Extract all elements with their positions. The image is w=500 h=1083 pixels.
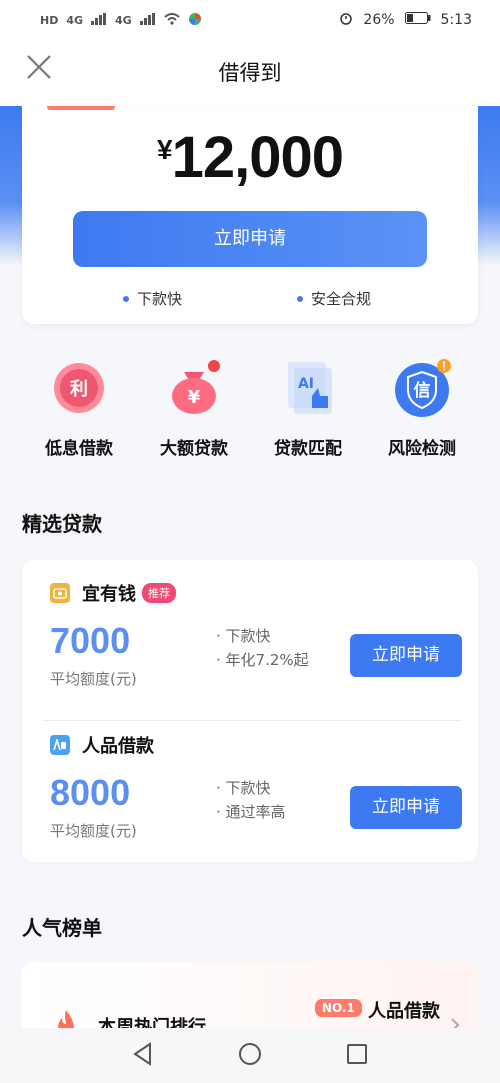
feature-label: 下款快 [137,290,183,308]
product-header: 人品借款 [50,732,154,758]
rank-badge: NO.1 [315,999,362,1017]
icon-glyph: AI [298,376,314,392]
clock-time: 5:13 [440,12,472,28]
bullet-icon [123,295,129,302]
signal-icon [91,12,107,28]
section-title-popular: 人气榜单 [22,916,102,940]
close-icon [26,54,52,84]
product-name: 宜有钱 [82,584,136,605]
recents-square-icon [345,1042,369,1070]
feature-label: 安全合规 [311,290,372,308]
ai-match-icon: AI [278,358,338,418]
app-notification-icon [188,12,202,29]
page-title: 借得到 [218,61,282,85]
credit-shield-icon: 信 [392,358,452,418]
status-left: HD 4G 4G [40,12,202,29]
ranking-item-name: 人品借款 [368,1001,440,1022]
recommend-badge: 推荐 [142,583,176,603]
product-point: · 下款快 [216,779,271,797]
feature-safe: 安全合规 [297,288,371,309]
product-item[interactable]: 宜有钱 推荐 7000 平均额度(元) · 下款快 · 年化7.2%起 立即申请 [22,560,478,710]
battery-icon [404,12,431,28]
icon-glyph: 利 [70,378,88,400]
apply-now-button[interactable]: 立即申请 [73,211,427,267]
bullet-icon [297,295,303,302]
product-amount: 7000 [50,620,131,661]
product-amount-label: 平均额度(元) [50,670,137,688]
top-nav: 借得到 [0,40,500,106]
notification-dot [208,360,220,372]
battery-percent: 26% [363,12,395,28]
back-button[interactable] [123,1036,163,1076]
product-point: · 通过率高 [216,803,286,821]
quick-action-risk-check[interactable]: 信 风险检测 [372,358,472,459]
product-name: 人品借款 [82,736,154,757]
renpin-logo-icon [50,735,70,755]
money-bag-icon: ¥ [164,358,224,418]
network-indicator-2: 4G [115,13,132,27]
home-circle-icon [237,1041,263,1071]
network-indicator-1: 4G [66,13,84,27]
apply-button[interactable]: 立即申请 [350,634,462,677]
product-point: · 年化7.2%起 [216,651,309,669]
currency-symbol: ¥ [157,134,173,165]
alarm-icon [339,11,353,29]
status-right: 26% 5:13 [339,11,472,29]
product-header: 宜有钱 推荐 [50,580,176,606]
signal-icon-2 [139,12,156,28]
product-amount: 8000 [50,772,131,813]
quick-action-label: 风险检测 [388,439,456,459]
loan-hero-card: ¥12,000 立即申请 下款快 安全合规 [22,106,478,324]
back-triangle-icon [132,1041,154,1070]
wifi-icon [164,12,180,28]
yiyouqian-logo-icon [50,583,70,603]
quick-action-loan-match[interactable]: AI 贷款匹配 [258,358,358,459]
recents-button[interactable] [337,1036,377,1076]
product-amount-label: 平均额度(元) [50,822,137,840]
loan-amount: ¥12,000 [22,124,478,191]
status-bar: HD 4G 4G 26% 5:13 [0,0,500,40]
feature-fast: 下款快 [123,288,182,309]
product-points: · 下款快 · 通过率高 [216,776,286,824]
product-points: · 下款快 · 年化7.2%起 [216,624,309,672]
home-button[interactable] [230,1036,270,1076]
product-point: · 下款快 [216,627,271,645]
hero-tag [47,106,115,110]
system-nav-bar [0,1028,500,1083]
section-title-selected: 精选贷款 [22,512,102,536]
icon-glyph: 信 [414,380,431,401]
quick-action-label: 贷款匹配 [274,439,342,459]
close-button[interactable] [22,52,56,86]
product-item[interactable]: 人品借款 8000 平均额度(元) · 下款快 · 通过率高 立即申请 [22,712,478,862]
selected-loans-card: 宜有钱 推荐 7000 平均额度(元) · 下款快 · 年化7.2%起 立即申请… [22,560,478,862]
icon-glyph: ¥ [188,387,201,408]
quick-action-large-loan[interactable]: ¥ 大额贷款 [144,358,244,459]
hd-indicator: HD [40,13,59,27]
quick-action-low-interest[interactable]: 利 低息借款 [29,358,129,459]
quick-action-label: 低息借款 [45,439,113,459]
amount-value: 12,000 [171,125,344,190]
apply-button[interactable]: 立即申请 [350,786,462,829]
quick-action-label: 大额贷款 [160,439,228,459]
li-char-icon: 利 [49,358,109,418]
